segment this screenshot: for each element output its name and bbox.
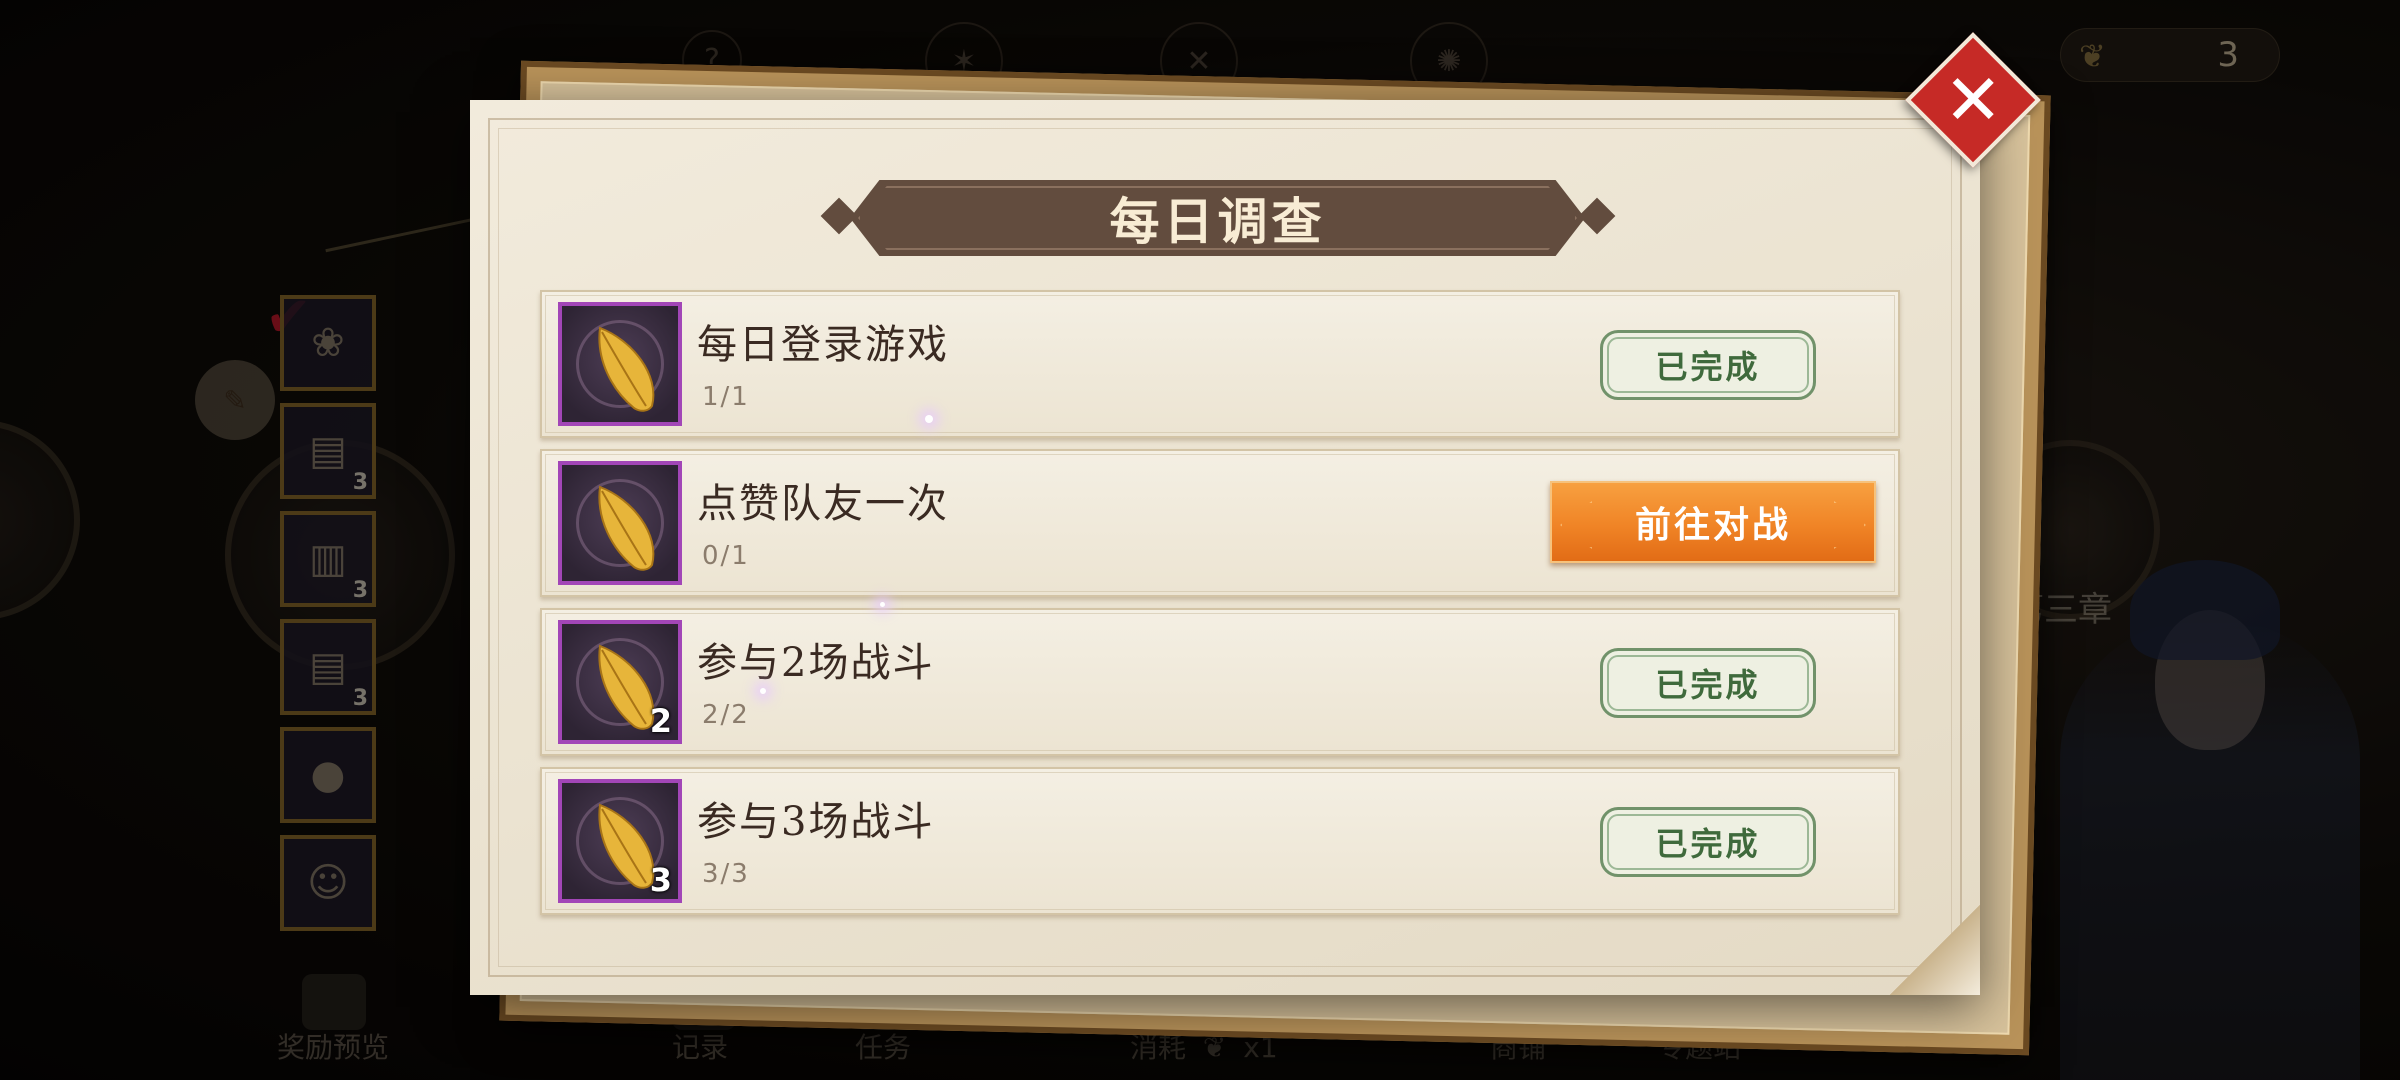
sparkle-effect xyxy=(925,415,933,423)
task-list: 每日登录游戏 1/1 已完成 点赞队友一次 0/1 前往对战 2 参与2场战斗 … xyxy=(540,290,1900,926)
completed-button[interactable]: 已完成 xyxy=(1600,807,1816,877)
title-banner-border xyxy=(858,186,1577,250)
task-title: 每日登录游戏 xyxy=(697,322,949,368)
task-row: 3 参与3场战斗 3/3 已完成 xyxy=(540,767,1900,915)
golden-feather-icon xyxy=(598,485,655,571)
completed-button[interactable]: 已完成 xyxy=(1600,330,1816,400)
task-row: 每日登录游戏 1/1 已完成 xyxy=(540,290,1900,438)
feather-reward-icon xyxy=(558,302,682,426)
completed-button[interactable]: 已完成 xyxy=(1600,648,1816,718)
close-icon: ✕ xyxy=(1943,59,2003,141)
golden-feather-icon xyxy=(598,326,655,412)
task-progress: 3/3 xyxy=(702,859,750,889)
feather-reward-icon xyxy=(558,461,682,585)
task-row: 2 参与2场战斗 2/2 已完成 xyxy=(540,608,1900,756)
task-progress: 1/1 xyxy=(702,382,750,412)
page-curl xyxy=(1890,905,1980,995)
task-title: 点赞队友一次 xyxy=(697,481,949,527)
feather-reward-icon: 2 xyxy=(558,620,682,744)
task-title: 参与2场战斗 xyxy=(697,640,935,686)
reward-quantity-badge: 2 xyxy=(649,702,672,740)
sparkle-effect xyxy=(760,688,766,694)
task-row: 点赞队友一次 0/1 前往对战 xyxy=(540,449,1900,597)
sparkle-effect xyxy=(880,602,885,607)
reward-quantity-badge: 3 xyxy=(649,861,672,899)
feather-reward-icon: 3 xyxy=(558,779,682,903)
task-title: 参与3场战斗 xyxy=(697,799,935,845)
task-progress: 2/2 xyxy=(702,700,750,730)
go-to-battle-button[interactable]: 前往对战 xyxy=(1550,481,1876,563)
task-progress: 0/1 xyxy=(702,541,750,571)
